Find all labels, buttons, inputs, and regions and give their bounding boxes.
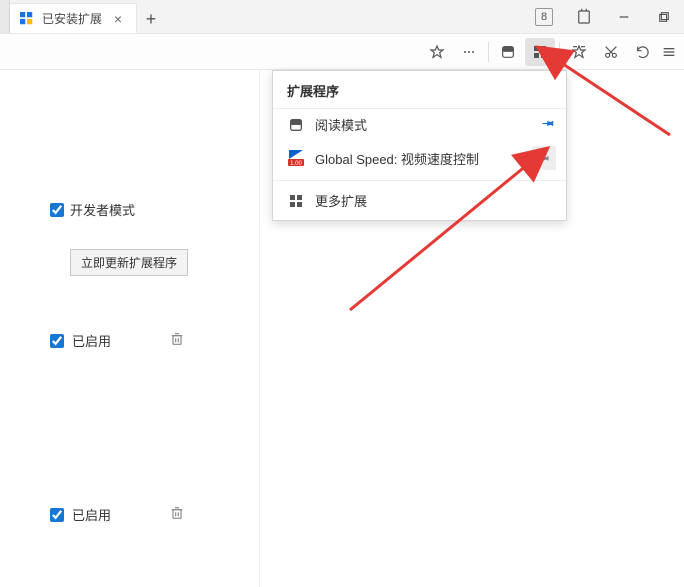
enabled-checkbox-2[interactable]: [50, 508, 64, 522]
update-extensions-button[interactable]: 立即更新扩展程序: [70, 249, 188, 276]
trash-icon[interactable]: [169, 331, 185, 350]
developer-mode-label: 开发者模式: [70, 200, 135, 219]
tab-title: 已安装扩展: [42, 10, 102, 27]
global-speed-ext-icon: 1.00: [287, 149, 305, 167]
developer-mode-checkbox[interactable]: [50, 203, 64, 217]
popup-header: 扩展程序: [273, 71, 566, 109]
window-minimize-button[interactable]: [604, 3, 644, 31]
popup-item-label: 阅读模式: [315, 115, 530, 134]
popup-more-label: 更多扩展: [315, 191, 556, 210]
browser-tab[interactable]: 已安装扩展 ×: [10, 3, 137, 33]
popup-more-extensions[interactable]: 更多扩展: [273, 185, 566, 216]
extensions-popup: 扩展程序 阅读模式 1.00 Global Speed: 视频速度控制: [272, 70, 567, 221]
extension-enabled-row: 已启用: [50, 331, 185, 350]
enabled-label: 已启用: [72, 505, 111, 524]
screenshot-icon[interactable]: [564, 3, 604, 31]
popup-item-label: Global Speed: 视频速度控制: [315, 149, 522, 168]
reading-mode-ext-icon: [287, 116, 305, 134]
extension-enabled-row: 已启用: [50, 505, 185, 524]
new-tab-button[interactable]: +: [137, 5, 165, 33]
grid-icon: [287, 192, 305, 210]
pin-icon-unpinned[interactable]: [532, 146, 556, 170]
tab-favicon: [20, 12, 34, 26]
trash-icon[interactable]: [169, 505, 185, 524]
popup-item-reading-mode[interactable]: 阅读模式: [273, 109, 566, 140]
tab-count-badge[interactable]: 8: [524, 3, 564, 31]
tab-close-button[interactable]: ×: [110, 11, 126, 27]
enabled-checkbox-1[interactable]: [50, 334, 64, 348]
menu-icon[interactable]: [660, 38, 678, 66]
pin-icon[interactable]: [540, 115, 556, 134]
collections-icon[interactable]: [564, 38, 594, 66]
more-dots-icon[interactable]: [454, 38, 484, 66]
window-maximize-button[interactable]: [644, 3, 684, 31]
popup-item-global-speed[interactable]: 1.00 Global Speed: 视频速度控制: [273, 140, 566, 176]
enabled-label: 已启用: [72, 331, 111, 350]
grid-icon: [534, 46, 546, 58]
undo-icon[interactable]: [628, 38, 658, 66]
svg-text:1.00: 1.00: [290, 161, 302, 167]
reading-mode-icon[interactable]: [493, 38, 523, 66]
scissors-icon[interactable]: [596, 38, 626, 66]
developer-mode-row: 开发者模式: [50, 200, 259, 219]
favorite-star-icon[interactable]: [422, 38, 452, 66]
extensions-button[interactable]: [525, 38, 555, 66]
